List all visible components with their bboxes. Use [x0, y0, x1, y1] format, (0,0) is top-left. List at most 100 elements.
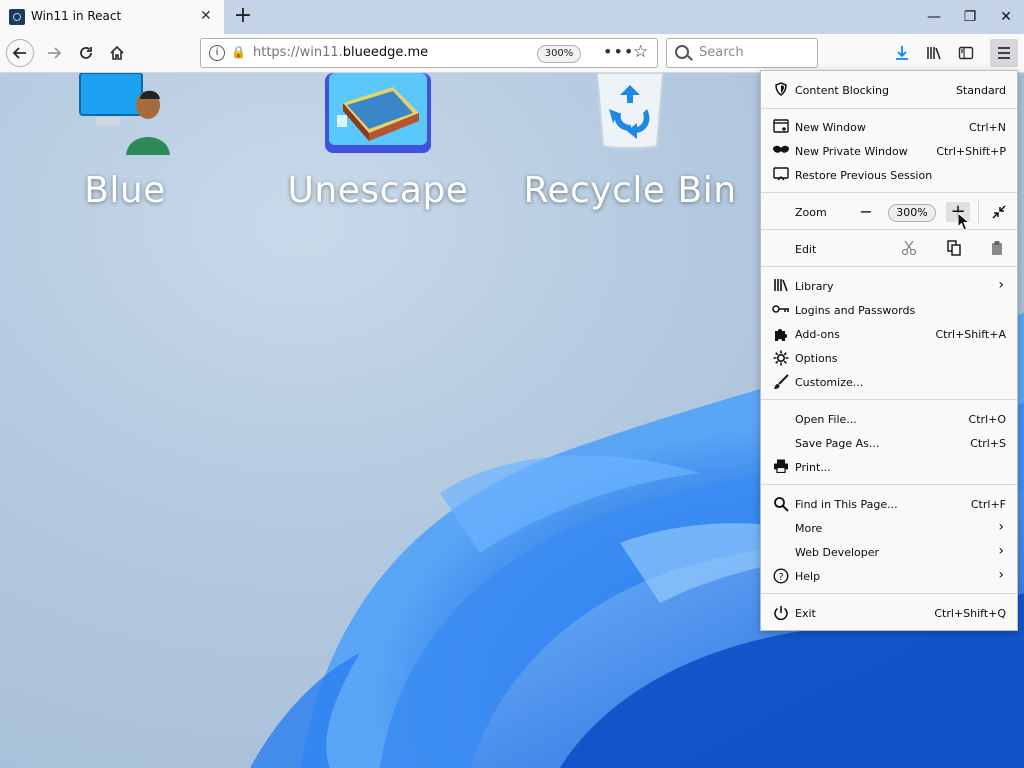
menu-item-label: Options	[795, 352, 838, 365]
app-menu-panel: Content Blocking Standard New Window Ctr…	[760, 70, 1018, 631]
menu-item-shortcut: Ctrl+Shift+A	[935, 328, 1006, 341]
menu-separator	[761, 399, 1017, 400]
menu-item-logins[interactable]: Logins and Passwords	[761, 298, 1017, 322]
menu-item-label: Edit	[795, 243, 817, 256]
library-icon	[927, 47, 941, 60]
menu-item-label: Zoom	[795, 206, 827, 219]
shield-icon	[772, 82, 790, 98]
menu-item-label: Customize...	[795, 376, 864, 389]
desktop-icon-unescape[interactable]: Unescape	[268, 73, 488, 211]
menu-separator	[761, 229, 1017, 230]
url-text[interactable]: https://win11.blueedge.me	[253, 45, 428, 60]
menu-item-options[interactable]: Options	[761, 346, 1017, 370]
content-blocking-value: Standard	[955, 84, 1006, 97]
close-tab-icon[interactable]: ✕	[200, 7, 212, 25]
paste-icon[interactable]	[989, 240, 1005, 259]
menu-item-new-private-window[interactable]: New Private Window Ctrl+Shift+P	[761, 139, 1017, 163]
browser-tab[interactable]: Win11 in React ✕	[0, 0, 224, 34]
forward-button[interactable]	[40, 39, 68, 67]
game-room-icon	[325, 73, 431, 153]
open-menu-button[interactable]	[990, 39, 1018, 67]
menu-item-label: More	[795, 522, 823, 535]
search-icon	[675, 45, 689, 59]
menu-item-save-page[interactable]: Save Page As... Ctrl+S	[761, 431, 1017, 455]
desktop-icon-label: Unescape	[287, 170, 469, 211]
menu-item-label: New Window	[795, 121, 866, 134]
new-tab-button[interactable]: +	[230, 3, 256, 29]
copy-icon[interactable]	[946, 240, 962, 259]
downloads-button[interactable]	[888, 39, 916, 67]
tab-strip: Win11 in React ✕ + — ❐ ✕	[0, 0, 1024, 34]
mouse-cursor-icon	[957, 212, 971, 231]
menu-separator	[978, 200, 979, 224]
menu-item-find[interactable]: Find in This Page... Ctrl+F	[761, 492, 1017, 516]
back-arrow-icon	[12, 47, 26, 59]
menu-item-shortcut: Ctrl+F	[970, 498, 1006, 511]
menu-item-library[interactable]: Library ›	[761, 274, 1017, 298]
home-button[interactable]	[103, 39, 131, 67]
menu-item-open-file[interactable]: Open File... Ctrl+O	[761, 407, 1017, 431]
menu-item-shortcut: Ctrl+N	[968, 121, 1006, 134]
menu-item-label: Restore Previous Session	[795, 169, 933, 182]
close-window-button[interactable]: ✕	[991, 6, 1021, 28]
forward-arrow-icon	[48, 47, 62, 59]
library-button[interactable]	[920, 39, 948, 67]
reload-button[interactable]	[72, 39, 100, 67]
search-box[interactable]	[666, 38, 818, 68]
menu-item-customize[interactable]: Customize...	[761, 370, 1017, 394]
new-window-icon	[772, 119, 790, 135]
menu-row-edit: Edit	[761, 237, 1017, 261]
zoom-reset-button[interactable]: 300%	[888, 204, 936, 222]
menu-item-addons[interactable]: Add-ons Ctrl+Shift+A	[761, 322, 1017, 346]
download-icon	[896, 46, 908, 60]
desktop-icon-recycle-bin[interactable]: Recycle Bin	[520, 73, 740, 211]
address-bar[interactable]: i 🔒 https://win11.blueedge.me 300% ••• ☆	[200, 38, 658, 68]
menu-separator	[761, 192, 1017, 193]
menu-item-print[interactable]: Print...	[761, 455, 1017, 479]
chevron-right-icon: ›	[998, 519, 1004, 535]
menu-item-restore-session[interactable]: Restore Previous Session	[761, 163, 1017, 187]
menu-separator	[761, 266, 1017, 267]
menu-item-label: Add-ons	[795, 328, 840, 341]
minimize-button[interactable]: —	[919, 6, 949, 28]
sidebar-button[interactable]	[952, 39, 980, 67]
menu-item-new-window[interactable]: New Window Ctrl+N	[761, 115, 1017, 139]
gear-icon	[772, 350, 790, 366]
fullscreen-button[interactable]	[987, 202, 1011, 222]
private-mask-icon	[772, 143, 790, 159]
desktop-icon-label: Recycle Bin	[523, 170, 737, 211]
cut-icon[interactable]	[901, 240, 917, 259]
svg-text:?: ?	[778, 572, 783, 583]
menu-item-label: Web Developer	[795, 546, 880, 559]
site-info-icon[interactable]: i	[209, 45, 225, 61]
zoom-out-button[interactable]: −	[855, 202, 877, 222]
menu-item-exit[interactable]: Exit Ctrl+Shift+Q	[761, 601, 1017, 625]
zoom-level-badge[interactable]: 300%	[537, 45, 581, 63]
menu-item-label: Content Blocking	[795, 84, 890, 97]
puzzle-piece-icon	[772, 326, 790, 342]
reload-icon	[80, 47, 92, 59]
menu-item-shortcut: Ctrl+O	[968, 413, 1006, 426]
tab-title: Win11 in React	[31, 9, 122, 23]
menu-item-shortcut: Ctrl+S	[970, 437, 1006, 450]
search-input[interactable]	[697, 44, 811, 61]
menu-item-label: Exit	[795, 607, 816, 620]
menu-item-shortcut: Ctrl+Shift+Q	[934, 607, 1006, 620]
chevron-right-icon: ›	[998, 567, 1004, 583]
search-icon	[772, 496, 790, 512]
back-button[interactable]	[6, 39, 34, 67]
menu-item-web-developer[interactable]: Web Developer ›	[761, 540, 1017, 564]
menu-item-content-blocking[interactable]: Content Blocking Standard	[761, 78, 1017, 102]
key-icon	[772, 302, 790, 318]
menu-item-help[interactable]: ? Help ›	[761, 564, 1017, 588]
menu-item-shortcut: Ctrl+Shift+P	[936, 145, 1006, 158]
lock-warning-icon[interactable]: 🔒	[231, 45, 246, 59]
desktop-icon-blue[interactable]: Blue	[15, 73, 235, 211]
menu-item-more[interactable]: More ›	[761, 516, 1017, 540]
sidebar-icon	[958, 46, 974, 60]
desktop-icon-label: Blue	[84, 170, 166, 211]
maximize-button[interactable]: ❐	[955, 6, 985, 28]
power-icon	[772, 605, 790, 621]
bookmark-star-icon[interactable]: ☆	[633, 42, 648, 62]
page-actions-icon[interactable]: •••	[603, 42, 634, 61]
